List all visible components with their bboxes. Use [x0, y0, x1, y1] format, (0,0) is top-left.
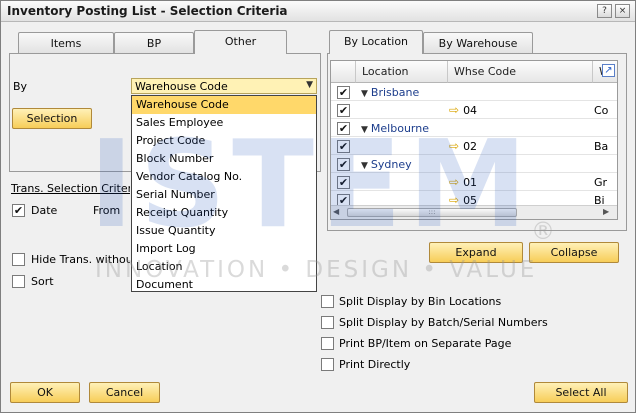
collapse-triangle-icon[interactable]: ▼	[361, 125, 368, 135]
tab-by-location[interactable]: By Location	[329, 30, 423, 54]
by-select[interactable]: Warehouse Code ▼	[131, 78, 317, 94]
scroll-left-icon[interactable]: ◀	[333, 207, 339, 216]
grid-header-check	[331, 61, 356, 83]
row-checkbox[interactable]: ✔	[337, 86, 350, 99]
tab-other[interactable]: Other	[194, 30, 287, 54]
whse-cell: ⇨ 01	[449, 174, 477, 191]
row-checkbox[interactable]: ✔	[337, 176, 350, 189]
chevron-down-icon[interactable]: ▼	[306, 80, 313, 90]
arrow-right-icon[interactable]: ⇨	[449, 138, 459, 155]
selection-button[interactable]: Selection	[12, 108, 92, 129]
whse-code-04: 04	[463, 104, 478, 117]
print-separate-checkbox[interactable]	[321, 337, 334, 350]
ok-button[interactable]: OK	[10, 382, 80, 403]
trans-selection-heading: Trans. Selection Criteria	[11, 182, 130, 195]
arrow-right-icon[interactable]: ⇨	[449, 174, 459, 191]
split-batch-checkbox[interactable]	[321, 316, 334, 329]
location-grid: Location Whse Code W ↗ ✔ ▼Brisbane ✔ ⇨04…	[330, 60, 618, 220]
w-cell-02: Ba	[594, 140, 609, 153]
window-title: Inventory Posting List - Selection Crite…	[7, 4, 288, 18]
tab-bp[interactable]: BP	[114, 32, 194, 54]
option-sales-employee[interactable]: Sales Employee	[132, 114, 316, 132]
print-directly-checkbox[interactable]	[321, 358, 334, 371]
option-serial-number[interactable]: Serial Number	[132, 186, 316, 204]
grid-row-02[interactable]: ✔ ⇨ 02 Ba	[331, 138, 617, 155]
dialog-window: Inventory Posting List - Selection Crite…	[0, 0, 636, 413]
sort-checkbox[interactable]	[12, 275, 25, 288]
collapse-triangle-icon[interactable]: ▼	[361, 161, 368, 171]
horizontal-scrollbar[interactable]: ◀ ::: ▶	[331, 205, 617, 219]
option-issue-quantity[interactable]: Issue Quantity	[132, 222, 316, 240]
grid-row-01[interactable]: ✔ ⇨ 01 Gr	[331, 174, 617, 191]
collapse-triangle-icon[interactable]: ▼	[361, 89, 368, 99]
row-checkbox[interactable]: ✔	[337, 140, 350, 153]
by-label: By	[13, 80, 28, 93]
option-document[interactable]: Document	[132, 276, 316, 294]
tab-by-warehouse[interactable]: By Warehouse	[423, 32, 533, 54]
grid-row-brisbane[interactable]: ✔ ▼ Brisbane	[331, 84, 617, 101]
grid-header-whse-code[interactable]: Whse Code	[448, 61, 593, 83]
date-checkbox[interactable]: ✔	[12, 204, 25, 217]
option-receipt-quantity[interactable]: Receipt Quantity	[132, 204, 316, 222]
row-checkbox[interactable]: ✔	[337, 158, 350, 171]
whse-code-01: 01	[463, 176, 478, 189]
option-import-log[interactable]: Import Log	[132, 240, 316, 258]
tab-items[interactable]: Items	[18, 32, 114, 54]
row-checkbox[interactable]: ✔	[337, 104, 350, 117]
split-bin-label: Split Display by Bin Locations	[339, 295, 502, 308]
print-separate-label: Print BP/Item on Separate Page	[339, 337, 512, 350]
hide-trans-checkbox[interactable]	[12, 253, 25, 266]
collapse-button[interactable]: Collapse	[529, 242, 619, 263]
option-project-code[interactable]: Project Code	[132, 132, 316, 150]
option-warehouse-code[interactable]: Warehouse Code	[132, 96, 316, 114]
expand-button[interactable]: Expand	[429, 242, 523, 263]
expand-link-icon[interactable]: ↗	[602, 64, 615, 77]
split-bin-checkbox[interactable]	[321, 295, 334, 308]
whse-cell: ⇨ 02	[449, 138, 477, 155]
by-select-value: Warehouse Code	[135, 80, 228, 93]
group-label-cell: ▼ Melbourne	[361, 120, 429, 137]
whse-cell: ⇨ 04	[449, 102, 477, 119]
sort-label: Sort	[31, 275, 54, 288]
whse-code-02: 02	[463, 140, 478, 153]
hide-trans-label: Hide Trans. without	[31, 253, 130, 266]
split-batch-label: Split Display by Batch/Serial Numbers	[339, 316, 548, 329]
row-checkbox[interactable]: ✔	[337, 122, 350, 135]
scroll-right-icon[interactable]: ▶	[603, 207, 609, 216]
cancel-button[interactable]: Cancel	[89, 382, 160, 403]
grid-row-04[interactable]: ✔ ⇨ 04 Co	[331, 102, 617, 119]
option-block-number[interactable]: Block Number	[132, 150, 316, 168]
date-label: Date	[31, 204, 58, 217]
help-button[interactable]: ?	[597, 4, 612, 18]
scroll-thumb[interactable]: :::	[347, 208, 517, 217]
grid-header-location[interactable]: Location	[356, 61, 448, 83]
w-cell-01: Gr	[594, 176, 608, 189]
grid-row-sydney[interactable]: ✔ ▼ Sydney	[331, 156, 617, 173]
option-location[interactable]: Location	[132, 258, 316, 276]
print-directly-label: Print Directly	[339, 358, 411, 371]
group-label-cell: ▼ Sydney	[361, 156, 412, 173]
by-dropdown-list: Warehouse Code Sales Employee Project Co…	[131, 95, 317, 292]
w-cell-04: Co	[594, 104, 609, 117]
group-label-cell: ▼ Brisbane	[361, 84, 419, 101]
option-vendor-catalog-no[interactable]: Vendor Catalog No.	[132, 168, 316, 186]
close-button[interactable]: ×	[615, 4, 630, 18]
location-brisbane: Brisbane	[370, 86, 420, 99]
location-melbourne: Melbourne	[370, 122, 429, 135]
from-label: From	[93, 204, 121, 217]
select-all-button[interactable]: Select All	[534, 382, 628, 403]
location-sydney: Sydney	[370, 158, 412, 171]
arrow-right-icon[interactable]: ⇨	[449, 102, 459, 119]
grid-row-melbourne[interactable]: ✔ ▼ Melbourne	[331, 120, 617, 137]
title-bar: Inventory Posting List - Selection Crite…	[1, 1, 635, 22]
